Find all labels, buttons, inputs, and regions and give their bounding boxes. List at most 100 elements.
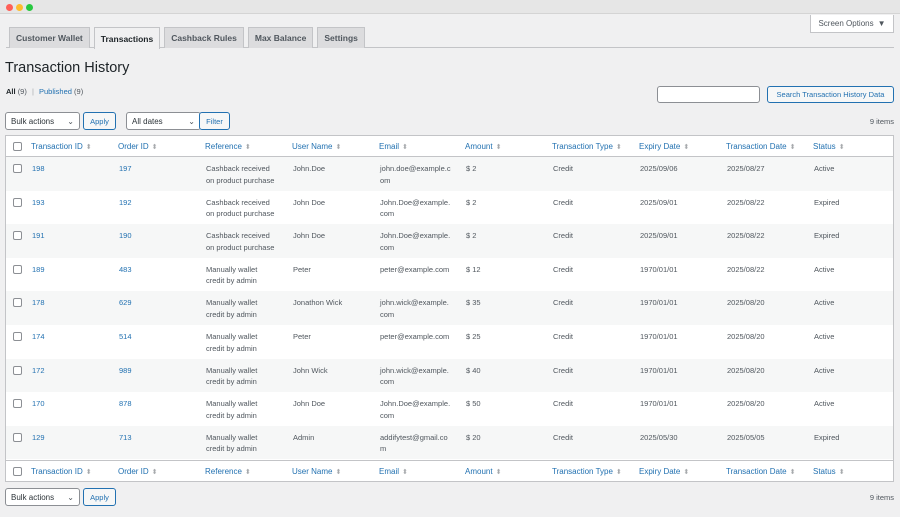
- select-all-checkbox-footer[interactable]: [13, 467, 22, 476]
- order-id-link[interactable]: 989: [119, 365, 132, 377]
- sort-icon: ⬍: [151, 469, 158, 476]
- column-label: Order ID: [118, 142, 149, 151]
- footer-col-reference[interactable]: Reference ⬍: [205, 466, 251, 479]
- transaction-type-cell: Credit: [553, 231, 574, 241]
- tablenav-bottom: Bulk actions ⌄ Apply 9 items: [5, 488, 894, 506]
- filter-all-link[interactable]: All: [6, 87, 16, 96]
- order-id-link[interactable]: 192: [119, 197, 132, 209]
- transaction-date-cell: 2025/08/20: [727, 298, 765, 308]
- row-checkbox[interactable]: [13, 365, 22, 375]
- transaction-id-link[interactable]: 170: [32, 398, 45, 410]
- sort-icon: ⬍: [244, 144, 251, 151]
- header-col-user-name[interactable]: User Name ⬍: [292, 141, 341, 154]
- row-checkbox[interactable]: [13, 197, 22, 207]
- column-label: Expiry Date: [639, 467, 681, 476]
- header-col-transaction-id[interactable]: Transaction ID ⬍: [31, 141, 92, 154]
- footer-col-transaction-type[interactable]: Transaction Type ⬍: [552, 466, 622, 479]
- footer-col-expiry-date[interactable]: Expiry Date ⬍: [639, 466, 689, 479]
- maximize-window-icon[interactable]: [26, 4, 33, 11]
- select-all-checkbox[interactable]: [13, 142, 22, 151]
- header-col-expiry-date[interactable]: Expiry Date ⬍: [639, 141, 689, 154]
- header-col-order-id[interactable]: Order ID ⬍: [118, 141, 158, 154]
- table-row: 189 483 Manually wallet credit by admin Pet…: [6, 258, 893, 292]
- transaction-id-link[interactable]: 172: [32, 365, 45, 377]
- user-name-cell: Admin: [293, 432, 315, 442]
- filter-published-link[interactable]: Published: [39, 87, 72, 96]
- transaction-id-link[interactable]: 189: [32, 264, 45, 276]
- minimize-window-icon[interactable]: [16, 4, 23, 11]
- tab-customer-wallet[interactable]: Customer Wallet: [9, 27, 90, 48]
- expiry-date-cell: 1970/01/01: [640, 298, 678, 308]
- footer-col-amount[interactable]: Amount ⬍: [465, 466, 501, 479]
- tab-transactions[interactable]: Transactions: [93, 27, 161, 49]
- reference-cell: Cashback received on product purchase: [206, 164, 275, 185]
- row-checkbox[interactable]: [13, 332, 22, 341]
- bulk-apply-button-bottom[interactable]: Apply: [83, 488, 116, 506]
- header-col-email[interactable]: Email ⬍: [379, 141, 408, 154]
- bulk-actions-select[interactable]: Bulk actions ⌄: [5, 112, 80, 130]
- order-id-link[interactable]: 514: [119, 331, 132, 343]
- search-input[interactable]: [657, 86, 760, 103]
- amount-cell: $ 40: [466, 365, 481, 375]
- order-id-link[interactable]: 629: [119, 297, 132, 309]
- transaction-id-link[interactable]: 174: [32, 331, 45, 343]
- email-cell: John.Doe@example. com: [380, 231, 451, 252]
- order-id-link[interactable]: 190: [119, 230, 132, 242]
- transaction-id-link[interactable]: 191: [32, 230, 45, 242]
- bulk-actions-select-bottom[interactable]: Bulk actions ⌄: [5, 488, 80, 506]
- bulk-apply-button[interactable]: Apply: [83, 112, 116, 130]
- footer-col-status[interactable]: Status ⬍: [813, 466, 845, 479]
- sort-icon: ⬍: [151, 144, 158, 151]
- transaction-type-cell: Credit: [553, 264, 574, 274]
- filter-button[interactable]: Filter: [199, 112, 230, 130]
- window-titlebar: [0, 0, 900, 14]
- order-id-link[interactable]: 483: [119, 264, 132, 276]
- row-checkbox[interactable]: [13, 399, 22, 409]
- email-cell: john.doe@example.c om: [380, 164, 451, 185]
- transaction-date-cell: 2025/08/22: [727, 197, 765, 207]
- footer-col-email[interactable]: Email ⬍: [379, 466, 408, 479]
- row-checkbox[interactable]: [13, 164, 22, 173]
- transaction-id-link[interactable]: 198: [32, 163, 45, 175]
- sort-icon: ⬍: [615, 144, 622, 151]
- row-checkbox[interactable]: [13, 231, 22, 241]
- sort-icon: ⬍: [335, 469, 342, 476]
- amount-cell: $ 50: [466, 399, 481, 409]
- search-button[interactable]: Search Transaction History Data: [767, 86, 894, 103]
- date-filter-select[interactable]: All dates ⌄: [126, 112, 201, 130]
- amount-cell: $ 2: [466, 231, 477, 241]
- chevron-down-icon: ⌄: [67, 117, 74, 126]
- status-cell: Active: [814, 264, 835, 274]
- status-filter-links: All (9) | Published (9): [6, 87, 83, 96]
- row-checkbox[interactable]: [13, 432, 22, 442]
- status-cell: Active: [814, 164, 835, 173]
- footer-col-order-id[interactable]: Order ID ⬍: [118, 466, 158, 479]
- transaction-id-link[interactable]: 193: [32, 197, 45, 209]
- header-col-status[interactable]: Status ⬍: [813, 141, 845, 154]
- expiry-date-cell: 1970/01/01: [640, 332, 678, 341]
- order-id-link[interactable]: 878: [119, 398, 132, 410]
- header-col-amount[interactable]: Amount ⬍: [465, 141, 501, 154]
- transaction-id-link[interactable]: 178: [32, 297, 45, 309]
- reference-cell: Manually wallet credit by admin: [206, 399, 258, 420]
- order-id-link[interactable]: 197: [119, 163, 132, 175]
- footer-col-transaction-date[interactable]: Transaction Date ⬍: [726, 466, 796, 479]
- footer-col-user-name[interactable]: User Name ⬍: [292, 466, 341, 479]
- header-col-transaction-date[interactable]: Transaction Date ⬍: [726, 141, 796, 154]
- table-header-row: Transaction ID ⬍ Order ID ⬍ Reference ⬍ User N…: [6, 136, 893, 157]
- header-col-transaction-type[interactable]: Transaction Type ⬍: [552, 141, 622, 154]
- sort-icon: ⬍: [838, 144, 845, 151]
- table-row: 178 629 Manually wallet credit by admin Jon…: [6, 291, 893, 325]
- row-checkbox[interactable]: [13, 298, 22, 308]
- header-col-reference[interactable]: Reference ⬍: [205, 141, 251, 154]
- order-id-link[interactable]: 713: [119, 432, 132, 444]
- tab-max-balance[interactable]: Max Balance: [247, 27, 314, 48]
- transaction-id-link[interactable]: 129: [32, 432, 45, 444]
- table-footer-row: Transaction ID ⬍ Order ID ⬍ Reference ⬍ User N…: [6, 460, 893, 482]
- footer-col-transaction-id[interactable]: Transaction ID ⬍: [31, 466, 92, 479]
- close-window-icon[interactable]: [6, 4, 13, 11]
- amount-cell: $ 25: [466, 332, 481, 341]
- tab-settings[interactable]: Settings: [317, 27, 365, 48]
- tab-cashback-rules[interactable]: Cashback Rules: [164, 27, 244, 48]
- row-checkbox[interactable]: [13, 264, 22, 274]
